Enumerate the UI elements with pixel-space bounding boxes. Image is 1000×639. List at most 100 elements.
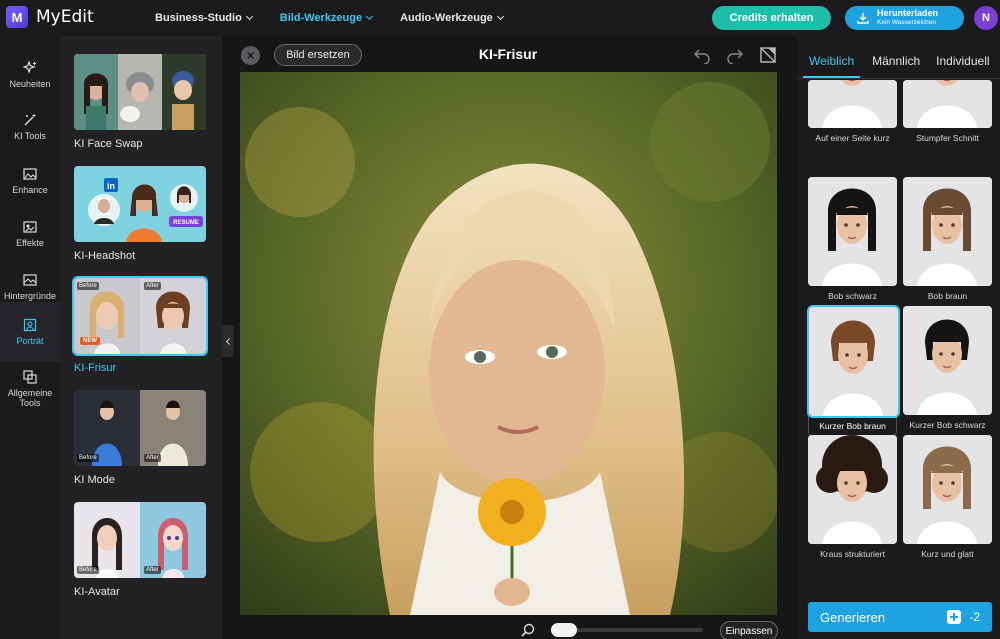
tab-individuell[interactable]: Individuell	[930, 48, 995, 78]
style-tabs: Weiblich Männlich Individuell	[797, 48, 1000, 78]
download-label: Herunterladen	[877, 8, 939, 18]
app-logo[interactable]: M MyEdit	[6, 6, 94, 28]
tool-label: KI Face Swap	[74, 138, 143, 150]
sidebar-item-label: KI Tools	[14, 131, 46, 141]
undo-icon	[694, 49, 710, 64]
hairstyle-card[interactable]: Stumpfer Schnitt	[903, 80, 992, 143]
hairstyle-thumbnail	[903, 306, 992, 415]
redo-button[interactable]	[726, 46, 744, 64]
hairstyle-label: Bob schwarz	[828, 291, 877, 301]
new-badge: NEW	[80, 337, 100, 345]
download-button[interactable]: Herunterladen Kein Wasserzeichen	[845, 6, 964, 30]
generate-button[interactable]: Generieren -2	[808, 602, 992, 632]
compare-button[interactable]	[759, 46, 777, 64]
close-button[interactable]: ×	[241, 46, 260, 65]
hairstyle-card[interactable]: Auf einer Seite kurz	[808, 80, 897, 143]
canvas-title: KI-Frisur	[478, 46, 538, 62]
close-icon: ×	[246, 48, 255, 63]
credits-button[interactable]: Credits erhalten	[712, 6, 831, 30]
hairstyle-thumbnail	[808, 177, 897, 286]
tabs-divider	[797, 78, 1000, 79]
sidebar-item-portraet[interactable]: Porträt	[0, 302, 60, 362]
sidebar-item-ki-tools[interactable]: KI Tools	[0, 100, 60, 154]
chevron-left-icon	[225, 337, 233, 345]
hairstyle-label: Kurzer Bob schwarz	[909, 420, 986, 430]
after-badge: After	[144, 454, 161, 462]
before-badge: Before	[77, 566, 99, 574]
nav-audio-werkzeuge[interactable]: Audio-Werkzeuge	[400, 12, 504, 24]
background-icon	[23, 274, 37, 286]
face-swap-thumbnail	[74, 54, 206, 130]
tool-card-face-swap[interactable]: KI Face Swap	[74, 54, 206, 150]
hairstyle-card[interactable]: Bob braun	[903, 177, 992, 301]
image-enhance-icon	[23, 168, 37, 180]
hairstyle-card[interactable]: Kurzer Bob braun	[807, 305, 900, 436]
sparkle-icon	[23, 61, 36, 74]
tool-label: KI-Frisur	[74, 362, 117, 374]
tab-maennlich[interactable]: Männlich	[866, 48, 926, 78]
hairstyle-thumbnail	[903, 177, 992, 286]
sidebar-item-allgemeine-tools[interactable]: Allgemeine Tools	[0, 362, 60, 416]
before-badge: Before	[77, 282, 99, 290]
tool-label: KI Mode	[74, 474, 115, 486]
hairstyle-card[interactable]: Kurzer Bob schwarz	[903, 306, 992, 430]
tool-card-frisur[interactable]: Before After NEW KI-Frisur	[72, 276, 208, 374]
generate-cost-value: -2	[969, 610, 980, 624]
edited-photo[interactable]	[240, 72, 777, 615]
headshot-thumbnail: in RESUME	[74, 166, 206, 242]
hairstyle-thumbnail	[808, 80, 897, 128]
hairstyle-card[interactable]: Kurz und glatt	[903, 435, 992, 559]
logo-mark: M	[6, 6, 28, 28]
nav-label: Audio-Werkzeuge	[400, 12, 493, 24]
zoom-icon	[521, 623, 535, 637]
hairstyle-label: Auf einer Seite kurz	[815, 133, 890, 143]
hairstyle-label: Bob braun	[927, 291, 968, 301]
redo-icon	[727, 49, 743, 64]
magic-wand-icon	[24, 114, 36, 126]
nav-label: Business-Studio	[155, 12, 242, 24]
top-nav: Business-Studio Bild-Werkzeuge Audio-Wer…	[155, 0, 504, 36]
after-badge: After	[144, 566, 161, 574]
hairstyle-thumbnail	[808, 435, 897, 544]
hairstyle-card[interactable]: Bob schwarz	[808, 177, 897, 301]
portrait-icon	[23, 318, 37, 332]
sidebar-item-neuheiten[interactable]: Neuheiten	[0, 48, 60, 102]
sidebar-item-label: Allgemeine Tools	[7, 388, 53, 408]
generate-label: Generieren	[820, 609, 886, 625]
hairstyle-card[interactable]: Kraus strukturiert	[808, 435, 897, 559]
fit-button[interactable]: Einpassen	[720, 621, 778, 639]
hairstyle-label: Kurzer Bob braun	[819, 421, 886, 431]
nav-business-studio[interactable]: Business-Studio	[155, 12, 253, 24]
after-badge: After	[144, 282, 161, 290]
tool-card-avatar[interactable]: Before After KI-Avatar	[74, 502, 206, 598]
frisur-thumbnail: Before After NEW	[72, 276, 208, 356]
download-icon	[857, 13, 869, 24]
replace-image-button[interactable]: Bild ersetzen	[274, 44, 362, 66]
collapse-panel-button[interactable]	[222, 325, 234, 357]
zoom-slider-handle[interactable]	[551, 623, 577, 637]
sidebar-item-label: Porträt	[16, 336, 44, 346]
sidebar-item-enhance[interactable]: Enhance	[0, 154, 60, 208]
linkedin-icon: in	[107, 181, 115, 191]
avatar-thumbnail: Before After	[74, 502, 206, 578]
chevron-down-icon	[496, 12, 504, 21]
nav-bild-werkzeuge[interactable]: Bild-Werkzeuge	[279, 12, 374, 24]
sidebar-item-effekte[interactable]: Effekte	[0, 207, 60, 261]
generate-cost: -2	[947, 610, 980, 624]
user-avatar[interactable]: N	[974, 6, 998, 30]
tool-label: KI-Avatar	[74, 586, 120, 598]
chevron-down-icon	[366, 12, 374, 21]
sidebar-item-label: Neuheiten	[9, 79, 51, 89]
icon-sidebar: Neuheiten KI Tools Enhance Effekte Hinte…	[0, 36, 60, 639]
tool-card-mode[interactable]: Before After KI Mode	[74, 390, 206, 486]
hairstyle-label: Kurz und glatt	[921, 549, 974, 559]
undo-button[interactable]	[693, 46, 711, 64]
tab-weiblich[interactable]: Weiblich	[803, 48, 861, 78]
tool-card-headshot[interactable]: in RESUME KI-Headshot	[74, 166, 206, 262]
credits-plus-icon	[947, 610, 962, 624]
nav-label: Bild-Werkzeuge	[279, 12, 363, 24]
app-name: MyEdit	[36, 7, 94, 27]
compare-icon	[760, 47, 776, 63]
hairstyle-thumbnail	[903, 80, 992, 128]
tool-label: KI-Headshot	[74, 250, 136, 262]
